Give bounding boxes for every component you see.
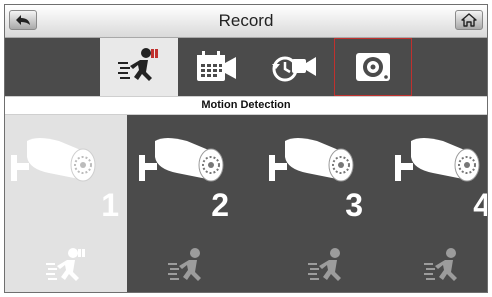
app-window: Record Motion Detection 1 2 3	[4, 4, 488, 293]
security-camera-icon	[139, 138, 224, 182]
camera-number: 3	[345, 187, 363, 223]
section-label: Motion Detection	[5, 97, 487, 115]
tab-record-playback[interactable]	[256, 38, 334, 96]
schedule-record-icon	[197, 51, 236, 81]
tab-schedule-record[interactable]	[178, 38, 256, 96]
motion-running-icon[interactable]	[307, 245, 351, 289]
tab-motion-detection[interactable]	[100, 38, 178, 96]
record-playback-icon	[272, 56, 316, 82]
camera-channel-1[interactable]: 1	[5, 115, 127, 292]
motion-running-icon[interactable]	[167, 245, 211, 289]
motion-detection-icon	[118, 48, 158, 81]
record-tab-bar	[5, 38, 487, 97]
camera-channel-3[interactable]: 3	[249, 115, 371, 292]
title-bar: Record	[5, 5, 487, 38]
camera-number: 4	[473, 189, 487, 221]
page-title: Record	[218, 11, 274, 30]
motion-running-icon[interactable]	[423, 245, 467, 289]
camera-channel-2[interactable]: 2	[127, 115, 249, 292]
camera-number: 2	[211, 187, 229, 223]
storage-disk-icon	[356, 53, 390, 81]
tab-storage[interactable]	[334, 38, 412, 96]
camera-grid: 1 2 3	[5, 115, 487, 292]
motion-running-icon[interactable]	[45, 245, 89, 289]
camera-channel-4[interactable]: 4	[371, 115, 487, 292]
home-icon	[461, 13, 477, 27]
camera-number: 1	[101, 187, 119, 223]
home-button[interactable]	[455, 10, 483, 30]
